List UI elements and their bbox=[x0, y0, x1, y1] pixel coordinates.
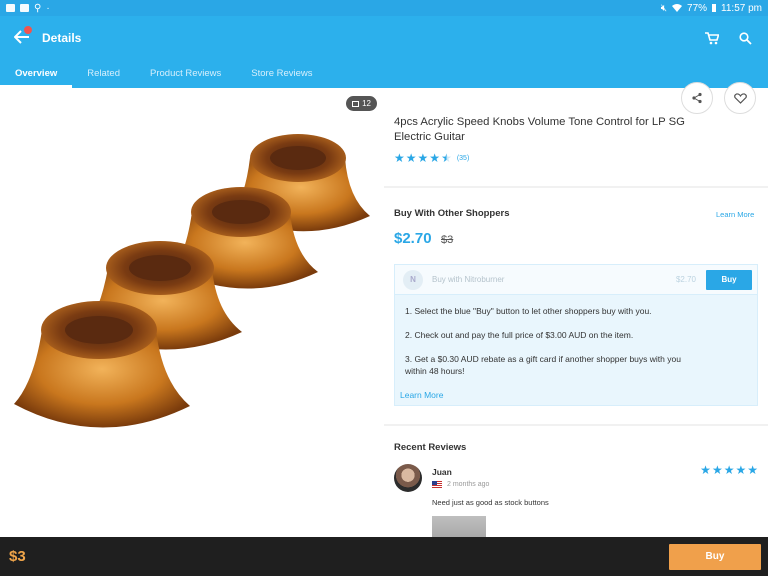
tab-related[interactable]: Related bbox=[72, 60, 135, 88]
star-icon: ★ bbox=[735, 463, 747, 477]
cart-icon[interactable] bbox=[705, 31, 719, 45]
app-bar: Details bbox=[0, 16, 768, 60]
step-2: 2. Check out and pay the full price of $… bbox=[405, 330, 634, 340]
mute-icon: 🔇︎ bbox=[660, 2, 668, 14]
notification-icons: ⚲ · bbox=[6, 3, 50, 14]
divider bbox=[384, 186, 768, 188]
us-flag-icon bbox=[432, 481, 442, 488]
step-3: 3. Get a $0.30 AUD rebate as a gift card… bbox=[405, 354, 681, 376]
dot-icon: · bbox=[46, 2, 50, 14]
star-icon: ★ bbox=[394, 151, 405, 165]
photo-icon bbox=[352, 100, 360, 107]
shopper-avatar: N bbox=[403, 269, 423, 290]
star-icon: ★ bbox=[417, 151, 429, 165]
shopper-row: N Buy with Nitroburner $2.70 Buy bbox=[395, 265, 757, 295]
review-meta: 2 months ago bbox=[432, 481, 489, 488]
back-button[interactable] bbox=[10, 24, 38, 52]
usb-icon: ⚲ bbox=[34, 2, 42, 14]
product-details: 4pcs Acrylic Speed Knobs Volume Tone Con… bbox=[384, 82, 768, 538]
group-buy-title: Buy With Other Shoppers bbox=[394, 208, 510, 219]
wishlist-button[interactable] bbox=[724, 82, 756, 114]
box-learn-more-link[interactable]: Learn More bbox=[400, 390, 443, 400]
wifi-icon bbox=[672, 4, 683, 12]
review-rating: ★ ★ ★ ★ ★ bbox=[700, 464, 758, 476]
divider bbox=[384, 424, 768, 426]
shopper-name: Buy with Nitroburner bbox=[432, 275, 505, 284]
product-image-gallery[interactable]: 12 bbox=[0, 88, 384, 537]
tab-bar: Overview Related Product Reviews Store R… bbox=[0, 60, 768, 88]
search-icon[interactable] bbox=[739, 31, 752, 45]
buy-button[interactable]: Buy bbox=[669, 543, 761, 570]
recent-reviews-title: Recent Reviews bbox=[394, 442, 467, 453]
image-count: 12 bbox=[362, 99, 371, 108]
star-icon: ★ bbox=[711, 463, 723, 477]
half-star-icon: ★ bbox=[441, 151, 452, 165]
tab-store-reviews[interactable]: Store Reviews bbox=[236, 60, 327, 88]
status-bar: ⚲ · 🔇︎ 77% 11:57 pm bbox=[0, 0, 768, 16]
review-count: (35) bbox=[456, 154, 470, 162]
star-icon: ★ bbox=[429, 151, 441, 165]
star-icon: ★ bbox=[747, 463, 758, 477]
group-buy-box: N Buy with Nitroburner $2.70 Buy 1. Sele… bbox=[394, 264, 758, 406]
share-icon bbox=[692, 92, 702, 104]
product-image bbox=[14, 134, 370, 428]
notification-dot bbox=[24, 26, 32, 34]
page-title: Details bbox=[42, 31, 82, 45]
product-title: 4pcs Acrylic Speed Knobs Volume Tone Con… bbox=[394, 116, 685, 143]
star-icon: ★ bbox=[700, 463, 711, 477]
review-text: Need just as good as stock buttons bbox=[432, 498, 549, 507]
gallery-notification-icon bbox=[20, 4, 29, 12]
shopper-price: $2.70 bbox=[675, 275, 696, 284]
review-time: 2 months ago bbox=[447, 481, 490, 488]
battery-icon bbox=[712, 4, 717, 12]
group-buy-button[interactable]: Buy bbox=[706, 269, 752, 290]
bottom-bar: $3 Buy bbox=[0, 537, 768, 576]
group-price: $2.70 bbox=[394, 230, 432, 247]
product-rating[interactable]: ★ ★ ★ ★ ★ (35) bbox=[394, 152, 469, 164]
reviewer-name: Juan bbox=[432, 467, 452, 477]
star-icon: ★ bbox=[405, 151, 417, 165]
group-buy-learn-more[interactable]: Learn More bbox=[716, 210, 754, 219]
original-price: $3 bbox=[441, 234, 454, 246]
bottom-price: $3 bbox=[9, 548, 26, 565]
step-1: 1. Select the blue "Buy" button to let o… bbox=[405, 306, 652, 316]
heart-icon bbox=[733, 92, 747, 104]
battery-level: 77% bbox=[687, 2, 708, 14]
review-photo[interactable] bbox=[432, 516, 486, 538]
clock: 11:57 pm bbox=[721, 2, 762, 14]
reviewer-avatar bbox=[394, 464, 422, 492]
tab-product-reviews[interactable]: Product Reviews bbox=[135, 60, 236, 88]
tab-overview[interactable]: Overview bbox=[0, 60, 73, 88]
image-notification-icon bbox=[6, 4, 15, 12]
share-button[interactable] bbox=[681, 82, 713, 114]
star-icon: ★ bbox=[723, 463, 735, 477]
image-count-badge: 12 bbox=[346, 96, 377, 111]
